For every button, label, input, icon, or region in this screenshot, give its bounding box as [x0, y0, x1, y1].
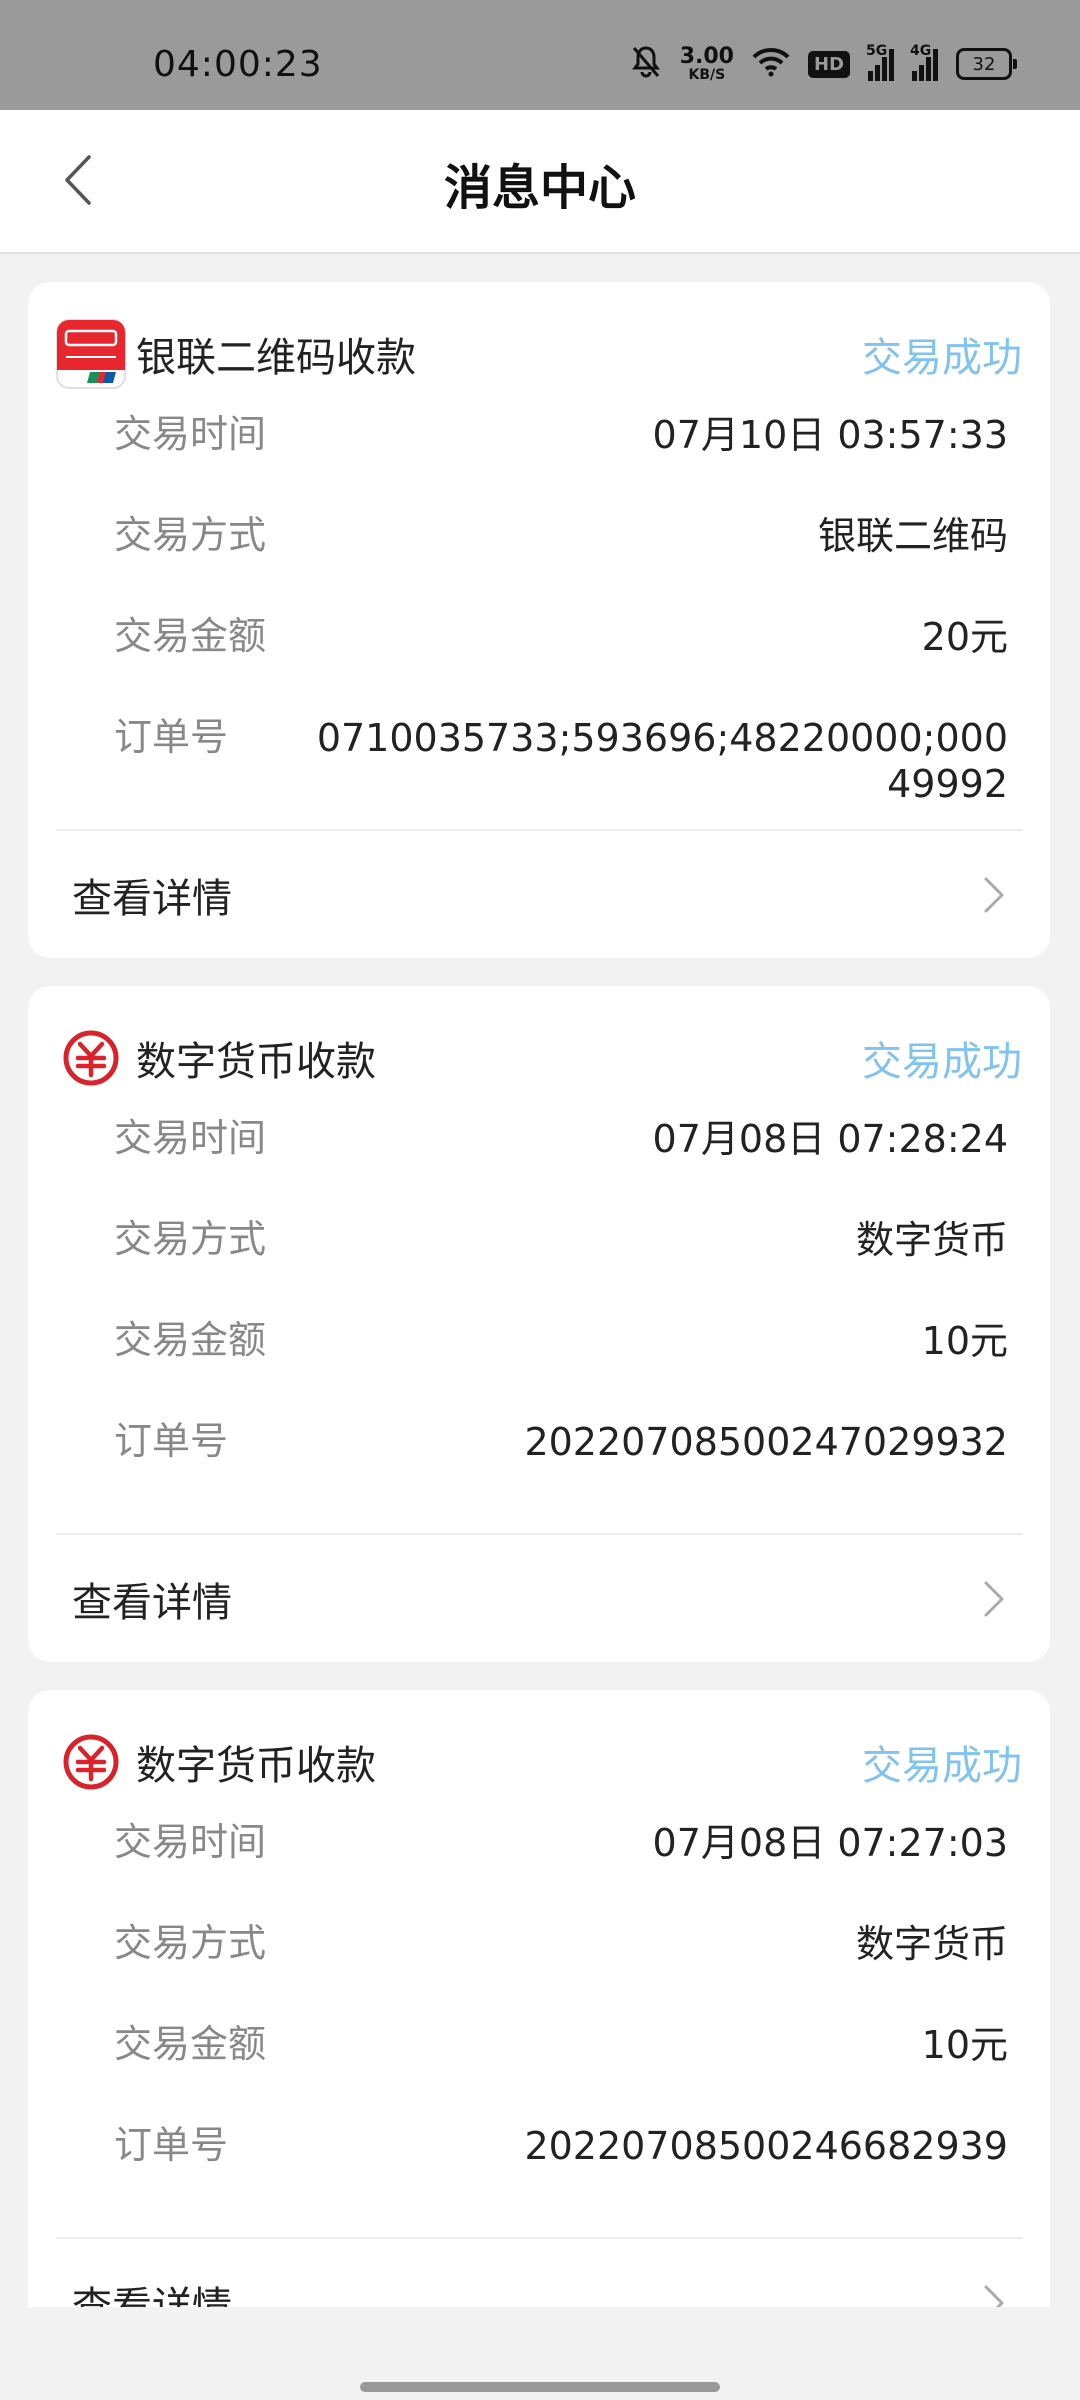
- status-bar: 04:00:23 3.00 KB/S HD 5G 4G 32: [0, 0, 1080, 110]
- card-header: 银联二维码收款 交易成功: [56, 318, 1022, 390]
- card-header: 数字货币收款 交易成功: [56, 1022, 1022, 1094]
- unionpay-icon: [56, 319, 126, 389]
- signal-4g-icon: 4G: [910, 43, 938, 81]
- row-method: 交易方式 数字货币: [114, 1921, 1008, 1966]
- screen: 04:00:23 3.00 KB/S HD 5G 4G 32 消息中心 银联二维…: [0, 0, 1080, 2400]
- home-indicator[interactable]: [360, 2382, 720, 2392]
- message-card: 数字货币收款 交易成功 交易时间 07月08日 07:27:03 交易方式 数字…: [28, 1690, 1050, 2307]
- digital-currency-icon: [56, 1023, 126, 1093]
- message-list[interactable]: 银联二维码收款 交易成功 交易时间 07月10日 03:57:33 交易方式 银…: [28, 282, 1050, 2307]
- chevron-right-icon: [984, 2285, 1004, 2307]
- detail-rows: 交易时间 07月08日 07:27:03 交易方式 数字货币 交易金额 10元 …: [114, 1820, 1008, 2224]
- view-details-button[interactable]: 查看详情: [72, 2239, 1006, 2307]
- card-title: 银联二维码收款: [136, 335, 416, 381]
- row-order-no: 订单号 0710035733;593696;48220000;00049992: [114, 715, 1008, 806]
- row-amount: 交易金额 10元: [114, 2022, 1008, 2067]
- row-time: 交易时间 07月08日 07:27:03: [114, 1820, 1008, 1865]
- row-amount: 交易金额 20元: [114, 614, 1008, 659]
- row-time: 交易时间 07月08日 07:28:24: [114, 1116, 1008, 1161]
- row-method: 交易方式 银联二维码: [114, 513, 1008, 558]
- header: 消息中心: [0, 110, 1080, 254]
- row-method: 交易方式 数字货币: [114, 1217, 1008, 1262]
- status-badge: 交易成功: [862, 1039, 1022, 1085]
- page-title: 消息中心: [443, 160, 636, 216]
- hd-badge: HD: [807, 50, 850, 78]
- status-time: 04:00:23: [153, 44, 323, 85]
- detail-rows: 交易时间 07月10日 03:57:33 交易方式 银联二维码 交易金额 20元…: [114, 412, 1008, 825]
- row-amount: 交易金额 10元: [114, 1318, 1008, 1363]
- status-icons: 3.00 KB/S HD 5G 4G 32: [630, 42, 1017, 86]
- view-details-button[interactable]: 查看详情: [72, 831, 1006, 958]
- row-order-no: 订单号 20220708500247029932: [114, 1419, 1008, 1464]
- card-title: 数字货币收款: [136, 1039, 376, 1085]
- signal-5g-icon: 5G: [866, 43, 894, 81]
- chevron-right-icon: [984, 877, 1004, 912]
- card-header: 数字货币收款 交易成功: [56, 1726, 1022, 1798]
- row-order-no: 订单号 20220708500246682939: [114, 2123, 1008, 2168]
- digital-currency-icon: [56, 1727, 126, 1797]
- view-details-button[interactable]: 查看详情: [72, 1535, 1006, 1662]
- battery-icon: 32: [956, 48, 1017, 80]
- message-card: 数字货币收款 交易成功 交易时间 07月08日 07:28:24 交易方式 数字…: [28, 986, 1050, 1662]
- chevron-right-icon: [984, 1581, 1004, 1616]
- mute-icon: [630, 45, 662, 83]
- row-time: 交易时间 07月10日 03:57:33: [114, 412, 1008, 457]
- status-badge: 交易成功: [862, 335, 1022, 381]
- card-title: 数字货币收款: [136, 1743, 376, 1789]
- message-card: 银联二维码收款 交易成功 交易时间 07月10日 03:57:33 交易方式 银…: [28, 282, 1050, 958]
- wifi-icon: [752, 47, 790, 81]
- detail-rows: 交易时间 07月08日 07:28:24 交易方式 数字货币 交易金额 10元 …: [114, 1116, 1008, 1520]
- status-badge: 交易成功: [862, 1743, 1022, 1789]
- net-speed: 3.00 KB/S: [679, 44, 734, 83]
